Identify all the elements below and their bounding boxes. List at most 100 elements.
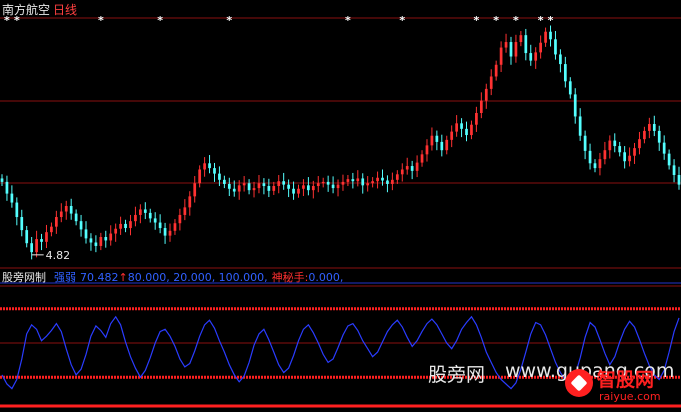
candle-body — [89, 238, 93, 243]
candle-body — [267, 186, 271, 191]
candle-body — [460, 123, 463, 129]
candle-body — [223, 179, 226, 184]
candle-body — [415, 162, 419, 171]
candle-body — [218, 173, 221, 180]
candle-body — [252, 188, 256, 191]
candle-body — [183, 207, 187, 215]
candle-body — [5, 181, 9, 194]
candle-body — [445, 139, 449, 151]
candle-body — [465, 128, 468, 136]
candle-body — [188, 196, 192, 208]
candle-body — [657, 130, 661, 143]
indicator-name: 股旁网制 — [2, 271, 46, 284]
candle-body — [178, 214, 182, 224]
candle-body — [376, 177, 379, 182]
candle-body — [420, 154, 424, 163]
candle-body — [74, 213, 78, 222]
candle-body — [119, 223, 122, 229]
signal-marker: * — [474, 14, 480, 27]
candle-body — [643, 130, 646, 140]
candle-body — [559, 54, 562, 65]
candle-body — [677, 175, 681, 185]
candle-body — [435, 135, 439, 142]
candle-body — [203, 163, 206, 170]
candle-body — [134, 214, 137, 222]
candle-body — [168, 230, 172, 236]
candle-body — [227, 183, 231, 189]
candle-body — [613, 140, 617, 147]
candle-body — [519, 35, 523, 43]
candle-body — [549, 31, 552, 40]
stock-name: 南方航空 — [2, 3, 51, 17]
candle-body — [361, 178, 365, 186]
signal-marker: * — [538, 14, 544, 27]
signal-marker: * — [98, 14, 104, 27]
candle-body — [514, 42, 518, 57]
candle-body — [573, 94, 577, 117]
candle-body — [20, 217, 24, 231]
period-label: 日线 — [53, 3, 78, 17]
candle-body — [608, 140, 612, 151]
candle-body — [25, 230, 29, 244]
candle-body — [534, 52, 538, 61]
candle-body — [583, 135, 587, 151]
candle-body — [84, 229, 88, 239]
candle-body — [494, 64, 498, 77]
candle-body — [489, 76, 493, 89]
candle-body — [15, 202, 19, 218]
candle-body — [381, 177, 384, 181]
candlestick-series — [0, 25, 681, 260]
candle-body — [79, 221, 83, 230]
indicator-header: 股旁网制 强弱 70.482↑80.000, 20.000, 100.000, 神秘手… — [2, 269, 343, 285]
signal-marker: * — [399, 14, 405, 27]
signal-marker: * — [493, 14, 499, 27]
candle-body — [104, 237, 108, 241]
signal-marker: * — [345, 14, 351, 27]
candle-body — [292, 188, 295, 194]
candle-body — [173, 223, 177, 231]
candle-body — [302, 185, 305, 189]
candle-body — [667, 153, 671, 166]
candle-body — [539, 42, 542, 53]
candle-body — [262, 183, 266, 187]
candle-body — [287, 184, 290, 189]
candle-body — [638, 139, 641, 149]
candle-body — [316, 183, 320, 187]
up-arrow-icon: ↑ — [118, 271, 128, 284]
candle-body — [652, 124, 656, 131]
candle-body — [45, 232, 48, 242]
candle-body — [588, 150, 592, 164]
candle-body — [326, 181, 330, 185]
candle-body — [391, 179, 394, 184]
candle-body — [114, 228, 118, 234]
candle-body — [568, 81, 572, 95]
logo-mark-icon — [565, 369, 593, 397]
candle-body — [662, 142, 666, 154]
candle-body — [554, 39, 557, 55]
candle-body — [297, 188, 300, 194]
candle-body — [54, 217, 58, 227]
candle-body — [40, 239, 43, 242]
candle-body — [35, 239, 38, 253]
candle-body — [321, 181, 325, 184]
indicator-extra-value: 0.000, — [308, 271, 344, 284]
candle-body — [356, 178, 360, 182]
candle-body — [257, 183, 261, 189]
signal-marker: * — [548, 14, 554, 27]
candle-body — [371, 181, 374, 184]
candle-body — [395, 174, 399, 180]
signal-marker: * — [226, 14, 232, 27]
candle-body — [544, 31, 547, 43]
candle-body — [603, 150, 607, 160]
candle-body — [232, 188, 236, 192]
candle-body — [163, 228, 167, 236]
brand-logo: 智股网 raiyue.com — [563, 365, 681, 409]
candle-body — [499, 47, 503, 65]
candle-body — [455, 123, 458, 132]
candle-body — [158, 222, 162, 229]
candle-body — [282, 181, 286, 185]
candle-body — [425, 145, 429, 155]
candle-body — [563, 64, 567, 82]
candle-body — [99, 237, 103, 246]
candle-body — [242, 183, 246, 186]
